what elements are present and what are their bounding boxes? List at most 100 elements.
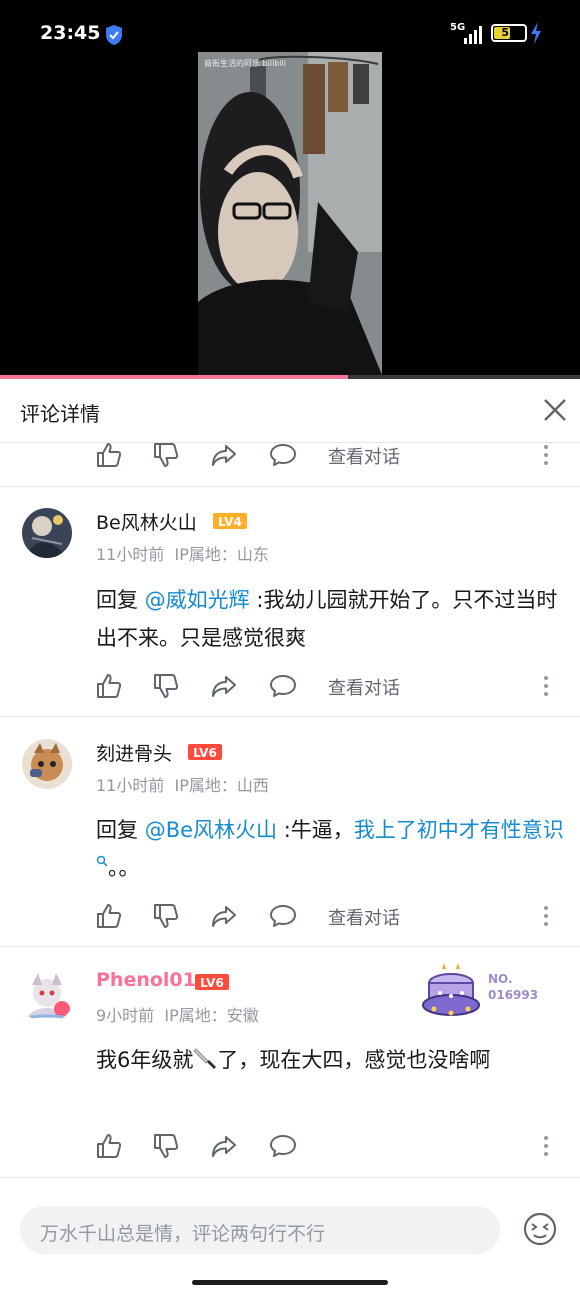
video-player[interactable]: 23:45 5G 51 商街生活的阿乐 bilibili [0,0,580,375]
comment-time: 11小时前 [96,545,165,564]
username[interactable]: Be风林火山 [96,508,197,535]
dislike-button[interactable] [152,902,180,930]
avatar-image [20,969,74,1023]
mention-link[interactable]: @威如光辉 [145,588,250,612]
ip-label: IP属地： [174,776,237,795]
svg-text:LV6: LV6 [200,976,224,990]
dislike-button[interactable] [152,1132,180,1160]
comment-time: 9小时前 [96,1006,155,1025]
comment-text-continued: 了，现在大四，感觉也没啥啊 [217,1048,491,1072]
reply-prefix: 回复 [96,588,145,612]
comment-meta: 9小时前 IP属地：安徽 [96,1002,259,1026]
like-icon [97,1134,122,1158]
like-button[interactable] [95,1132,123,1160]
avatar[interactable] [20,969,74,1023]
cake-badge-icon [422,963,480,1016]
battery-level: 51 [501,26,517,39]
avatar-image [22,739,72,789]
level-badge: LV6 [188,744,222,760]
dislike-icon [154,443,179,467]
svg-text:LV4: LV4 [218,515,242,529]
like-button[interactable] [95,441,123,469]
comment-actions: 查看对话 [0,898,580,934]
reply-prefix: 回复 [96,818,145,842]
svg-text:LV6: LV6 [193,746,217,760]
dislike-button[interactable] [152,672,180,700]
like-icon [97,674,122,698]
comment-detail-header: 评论详情 [0,379,580,443]
share-button[interactable] [210,902,238,930]
home-indicator[interactable] [192,1280,388,1285]
battery-icon: 51 [491,24,527,42]
fan-badge-label: NO. [488,972,513,986]
comment-suffix: 。。 [108,856,140,880]
share-button[interactable] [210,441,238,469]
fan-badge-value: 016993 [488,988,539,1002]
like-button[interactable] [95,902,123,930]
comment-input-placeholder: 万水千山总是情，评论两句行不行 [40,1223,326,1245]
dislike-icon [154,1134,179,1158]
comment-actions [0,1128,580,1164]
ip-location: 山西 [236,776,269,795]
comment-meta: 11小时前 IP属地：山东 [96,541,269,565]
shield-icon [106,25,122,45]
username[interactable]: 刻进骨头 [96,739,172,766]
share-button[interactable] [210,1132,238,1160]
knife-emoji [193,1048,217,1069]
panel-title: 评论详情 [20,402,100,426]
reply-icon [270,675,296,697]
ip-label: IP属地： [174,545,237,564]
share-button[interactable] [210,672,238,700]
comment-actions: 查看对话 [0,437,580,473]
comment-body: 回复 @Be风林火山 :牛逼，我上了初中才有性意识。。 [96,811,566,887]
like-icon [97,443,122,467]
level-badge: LV4 [213,513,247,529]
comment-meta: 11小时前 IP属地：山西 [96,772,269,796]
emoji-icon[interactable] [522,1211,558,1247]
video-watermark: 商街生活的阿乐 bilibili [204,59,287,68]
ip-label: IP属地： [164,1006,227,1025]
search-icon[interactable] [96,855,108,867]
level-badge: LV6 [195,974,229,990]
reply-icon [270,1135,296,1157]
comment-body: 我6年级就 了，现在大四，感觉也没啥啊 [96,1041,566,1079]
share-icon [212,906,236,927]
search-keyword-link[interactable]: 我上了初中才有性意识 [354,818,564,842]
comment-input[interactable]: 万水千山总是情，评论两句行不行 [20,1206,500,1254]
reply-button[interactable] [269,441,297,469]
signal-icon [464,26,482,44]
share-icon [212,1136,236,1157]
username[interactable]: Phenol01 [96,969,196,991]
more-icon[interactable] [536,902,556,930]
comment-body: 回复 @威如光辉 :我幼儿园就开始了。只不过当时出不来。只是感觉很爽 [96,581,566,657]
avatar-image [22,508,72,558]
reply-button[interactable] [269,902,297,930]
avatar[interactable] [22,739,72,789]
more-icon[interactable] [536,672,556,700]
view-conversation-link[interactable]: 查看对话 [328,443,400,469]
avatar[interactable] [22,508,72,558]
reply-icon [270,905,296,927]
more-icon[interactable] [536,1132,556,1160]
reply-button[interactable] [269,1132,297,1160]
view-conversation-link[interactable]: 查看对话 [328,674,400,700]
video-frame[interactable]: 商街生活的阿乐 bilibili [198,52,382,375]
mention-link[interactable]: @Be风林火山 [145,818,277,842]
dislike-icon [154,674,179,698]
more-icon[interactable] [536,441,556,469]
dislike-button[interactable] [152,441,180,469]
ip-location: 安徽 [226,1006,259,1025]
fan-badge-number: NO. 016993 [488,971,538,1003]
status-time: 23:45 [40,22,101,44]
view-conversation-link[interactable]: 查看对话 [328,904,400,930]
like-button[interactable] [95,672,123,700]
comment-text: :牛逼， [277,818,354,842]
comment-time: 11小时前 [96,776,165,795]
reply-icon [270,444,296,466]
fan-badge[interactable]: NO. 016993 [420,963,545,1021]
share-icon [212,445,236,466]
dislike-icon [154,904,179,928]
close-icon[interactable] [542,397,568,423]
share-icon [212,676,236,697]
reply-button[interactable] [269,672,297,700]
